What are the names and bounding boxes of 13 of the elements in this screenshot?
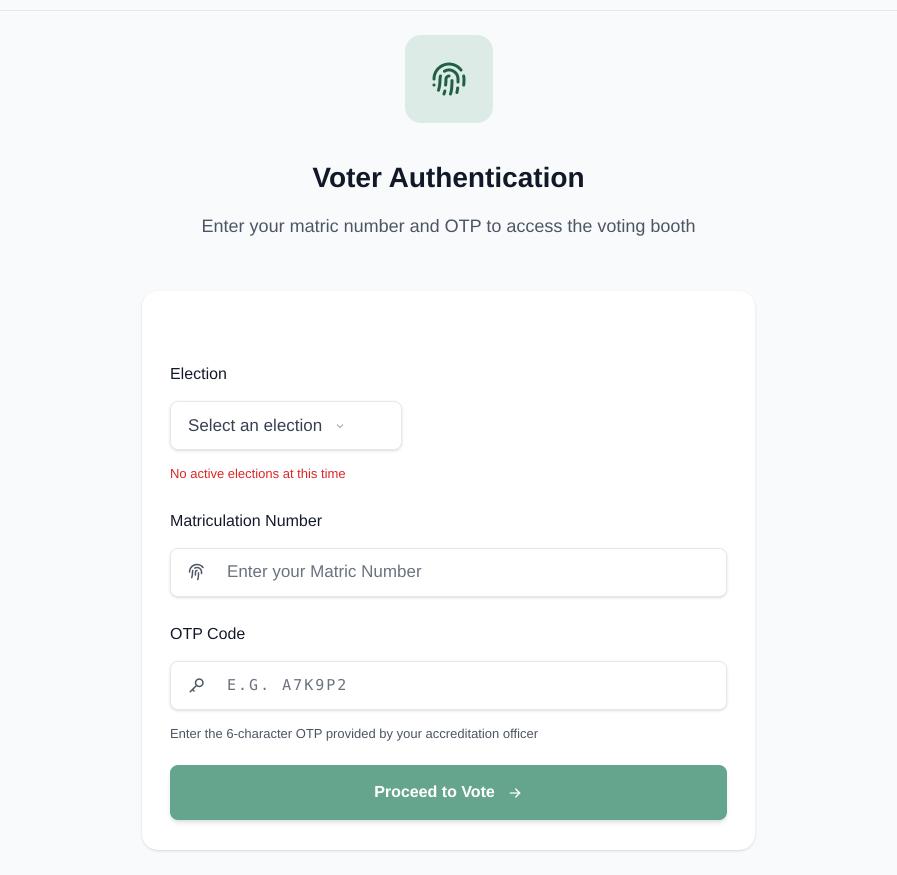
fingerprint-icon bbox=[430, 61, 466, 97]
fingerprint-icon bbox=[188, 562, 206, 580]
help-text: Enter the 6-character OTP provided by your accreditation officer bbox=[170, 724, 540, 743]
key-icon bbox=[188, 676, 206, 694]
field-label: Election bbox=[170, 365, 228, 385]
field-label: OTP Code bbox=[170, 624, 246, 644]
page-subtitle: Enter your matric number and OTP to access the voting booth bbox=[200, 215, 696, 238]
election-select[interactable]: Select an election bbox=[170, 401, 402, 450]
page-title: Voter Authentication bbox=[312, 161, 585, 195]
otp-field[interactable]: E.G. A7K9P2 bbox=[170, 660, 727, 710]
matric-number-field[interactable]: Enter your Matric Number bbox=[170, 548, 727, 596]
field-label: Matriculation Number bbox=[170, 512, 324, 532]
error-message: No active elections at this time bbox=[170, 465, 347, 483]
